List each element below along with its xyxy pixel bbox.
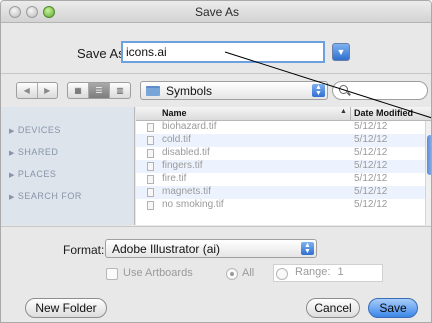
forward-arrow-icon[interactable]: ▶: [36, 83, 58, 98]
file-name: magnets.tif: [162, 186, 211, 197]
file-row[interactable]: no smoking.tif 5/12/12: [136, 199, 431, 212]
all-radio-label: All: [242, 267, 255, 279]
file-date: 5/12/12: [354, 121, 388, 132]
sidebar-item-places[interactable]: ▶ PLACES: [9, 169, 56, 179]
column-divider[interactable]: [350, 107, 351, 121]
file-rows: biohazard.tif 5/12/12 cold.tif 5/12/12 d…: [136, 121, 431, 212]
format-label: Format:: [63, 243, 105, 257]
file-row[interactable]: fingers.tif 5/12/12: [136, 160, 431, 173]
save-as-dialog: Save As Save As: icons.ai ▼ ◀ ▶ ▦ ☰ ▥ Sy…: [0, 0, 432, 323]
file-date: 5/12/12: [354, 199, 388, 210]
title-bar: Save As: [1, 1, 431, 23]
range-field[interactable]: Range: 1: [273, 264, 383, 282]
tiff-file-icon: [147, 136, 154, 145]
format-value: Adobe Illustrator (ai): [112, 242, 221, 256]
file-name: disabled.tif: [162, 147, 210, 158]
sidebar-item-label: PLACES: [17, 169, 57, 179]
icon-view-icon[interactable]: ▦: [68, 83, 88, 98]
disclosure-triangle-icon: ▶: [9, 172, 15, 179]
save-button[interactable]: Save: [368, 298, 418, 318]
tiff-file-icon: [147, 201, 154, 210]
window-title: Save As: [194, 5, 240, 19]
file-row[interactable]: disabled.tif 5/12/12: [136, 147, 431, 160]
tiff-file-icon: [147, 162, 154, 171]
search-icon: [339, 85, 348, 94]
chevron-down-icon: ▼: [336, 47, 346, 57]
popup-arrows-icon: ▲ ▼: [301, 242, 314, 255]
tiff-file-icon: [147, 123, 154, 132]
location-label: Symbols: [166, 84, 213, 98]
cancel-button[interactable]: Cancel: [306, 298, 360, 318]
sidebar-item-shared[interactable]: ▶ SHARED: [9, 147, 58, 157]
list-view-icon[interactable]: ☰: [88, 83, 109, 98]
column-view-icon[interactable]: ▥: [109, 83, 130, 98]
range-value: 1: [337, 266, 344, 278]
sidebar: ▶ DEVICES ▶ SHARED ▶ PLACES ▶ SEARCH FOR: [1, 107, 135, 225]
use-artboards-checkbox[interactable]: [106, 268, 118, 280]
scroll-thumb[interactable]: [427, 135, 431, 175]
file-row[interactable]: cold.tif 5/12/12: [136, 134, 431, 147]
sidebar-item-label: DEVICES: [17, 125, 61, 135]
tiff-file-icon: [147, 188, 154, 197]
expand-dialog-button[interactable]: ▼: [332, 43, 350, 61]
file-name: cold.tif: [162, 134, 191, 145]
disclosure-triangle-icon: ▶: [9, 194, 15, 201]
back-arrow-icon[interactable]: ◀: [17, 83, 37, 98]
location-popup[interactable]: Symbols ▲ ▼: [140, 81, 328, 100]
folder-icon: [146, 86, 160, 96]
view-mode-buttons: ▦ ☰ ▥: [67, 82, 131, 99]
date-column-header[interactable]: Date Modified: [354, 108, 413, 118]
all-radio[interactable]: [226, 268, 238, 280]
sidebar-item-devices[interactable]: ▶ DEVICES: [9, 125, 61, 135]
format-options: Format: Adobe Illustrator (ai) ▲ ▼ Use Ar…: [1, 226, 431, 322]
sidebar-item-search-for[interactable]: ▶ SEARCH FOR: [9, 191, 82, 201]
tiff-file-icon: [147, 175, 154, 184]
file-date: 5/12/12: [354, 173, 388, 184]
file-name: biohazard.tif: [162, 121, 217, 132]
format-popup[interactable]: Adobe Illustrator (ai) ▲ ▼: [105, 239, 317, 258]
file-date: 5/12/12: [354, 160, 388, 171]
file-name: fire.tif: [162, 173, 187, 184]
new-folder-button[interactable]: New Folder: [25, 298, 107, 318]
filename-input[interactable]: icons.ai: [121, 41, 325, 63]
sort-ascending-icon: ▲: [340, 108, 347, 115]
divider: [1, 73, 431, 74]
sidebar-item-label: SHARED: [17, 147, 59, 157]
back-forward-buttons: ◀ ▶: [16, 82, 58, 99]
divider: [1, 226, 431, 227]
sidebar-item-label: SEARCH FOR: [17, 191, 82, 201]
search-field[interactable]: [332, 81, 428, 100]
file-date: 5/12/12: [354, 134, 388, 145]
file-name: no smoking.tif: [162, 199, 224, 210]
file-row[interactable]: biohazard.tif 5/12/12: [136, 121, 431, 134]
vertical-scrollbar[interactable]: [425, 121, 431, 225]
file-row[interactable]: fire.tif 5/12/12: [136, 173, 431, 186]
use-artboards-label: Use Artboards: [123, 267, 193, 279]
name-column-header[interactable]: Name: [162, 108, 187, 118]
disclosure-triangle-icon: ▶: [9, 128, 15, 135]
disclosure-triangle-icon: ▶: [9, 150, 15, 157]
file-date: 5/12/12: [354, 147, 388, 158]
file-row[interactable]: magnets.tif 5/12/12: [136, 186, 431, 199]
popup-arrows-icon: ▲ ▼: [312, 84, 325, 97]
range-radio[interactable]: [276, 268, 288, 280]
range-label: Range:: [295, 266, 331, 278]
tiff-file-icon: [147, 149, 154, 158]
file-list: Name ▲ Date Modified biohazard.tif 5/12/…: [136, 107, 431, 225]
file-date: 5/12/12: [354, 186, 388, 197]
column-headers: Name ▲ Date Modified: [136, 107, 431, 121]
file-name: fingers.tif: [162, 160, 203, 171]
